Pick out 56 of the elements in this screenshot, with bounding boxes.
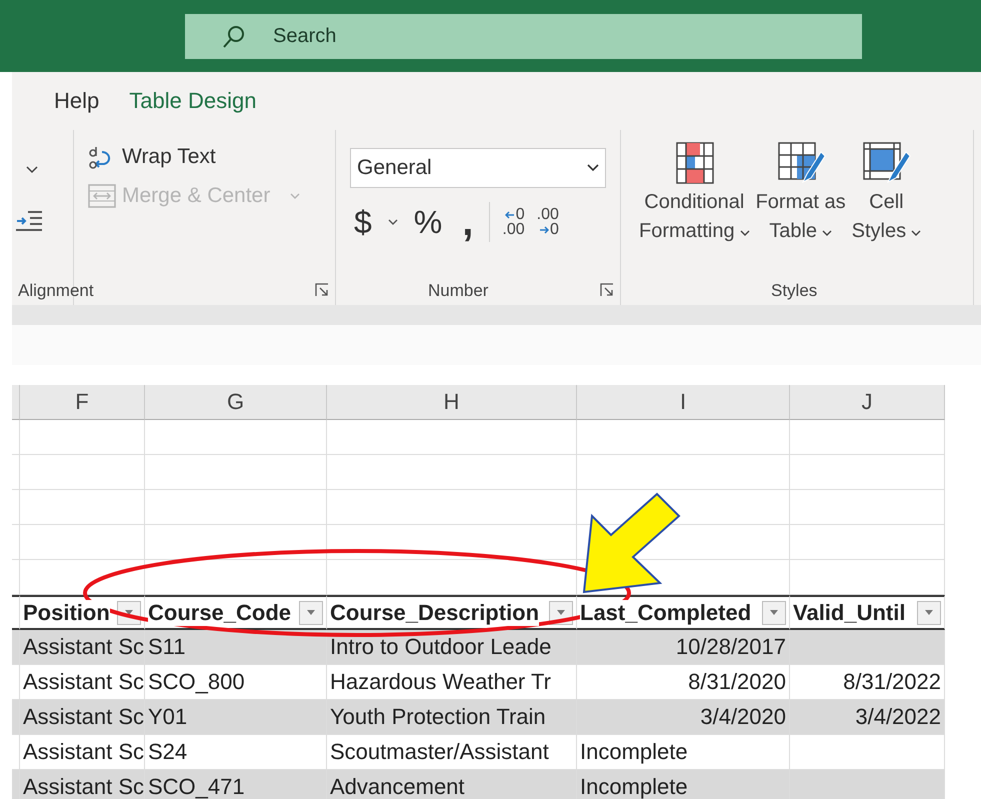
comma-style-button[interactable]: , (458, 203, 478, 241)
chevron-icon[interactable] (388, 218, 398, 226)
table-cell: Incomplete (577, 770, 790, 799)
column-header[interactable]: I (577, 385, 790, 420)
table-header-cell: Position (20, 595, 145, 630)
column-header[interactable]: G (145, 385, 327, 420)
table-cell: 10/28/2017 (577, 630, 790, 665)
table-cell: Intro to Outdoor Leade (327, 630, 577, 665)
table-cell: Y01 (145, 700, 327, 735)
decrease-decimal-button[interactable]: .00 0 (536, 207, 559, 237)
format-as-table-button[interactable]: Format as Table (756, 140, 846, 246)
table-cell: Advancement (327, 770, 577, 799)
ribbon-tab[interactable]: Help (48, 84, 106, 118)
table-header-cell: Last_Completed (577, 595, 790, 630)
arrow-icon (538, 226, 549, 234)
filter-button[interactable] (762, 600, 786, 624)
wrap-text-button[interactable]: Wrap Text (88, 144, 335, 170)
percent-button[interactable]: % (410, 204, 446, 240)
dialog-launcher-icon[interactable] (600, 283, 614, 297)
table-cell: Assistant Sc (20, 770, 145, 799)
indent-icon[interactable] (16, 210, 42, 232)
group-label: Alignment (18, 281, 94, 301)
table-cell: Assistant Sc (20, 700, 145, 735)
column-header[interactable]: J (790, 385, 945, 420)
increase-decimal-button[interactable]: 0 .00 (502, 207, 525, 237)
merge-cells-icon (88, 184, 116, 208)
search-field[interactable]: Search (185, 14, 862, 58)
filter-button[interactable] (299, 600, 323, 624)
table-header-cell: Course_Description (327, 595, 577, 630)
group-label: Styles (771, 281, 818, 301)
column-header[interactable]: H (327, 385, 577, 420)
table-cell: Youth Protection Train (327, 700, 577, 735)
table-cell: 3/4/2020 (577, 700, 790, 735)
currency-button[interactable]: $ (350, 204, 376, 240)
chevron-icon (911, 230, 922, 237)
table-cell: S11 (145, 630, 327, 665)
chevron-icon[interactable] (26, 166, 38, 174)
table-cell: Assistant Sc (20, 630, 145, 665)
chevron-icon (587, 164, 599, 172)
search-icon (221, 24, 247, 50)
arrow-icon (504, 211, 515, 219)
conditional-formatting-button[interactable]: Conditional Formatting (639, 140, 750, 246)
dialog-launcher-icon[interactable] (315, 283, 329, 297)
column-header[interactable]: F (20, 385, 145, 420)
chevron-icon (740, 230, 750, 237)
number-format-dropdown[interactable]: General (350, 148, 606, 188)
cell-styles-button[interactable]: Cell Styles (852, 140, 922, 246)
table-header-cell: Valid_Until (790, 595, 945, 630)
group-label: Number (428, 281, 488, 301)
filter-button[interactable] (917, 600, 941, 624)
chevron-icon (822, 230, 832, 237)
chevron-icon (290, 192, 300, 200)
table-header-cell: Course_Code (145, 595, 327, 630)
table-cell: 3/4/2022 (790, 700, 945, 735)
ribbon-tab[interactable]: Table Design (123, 84, 262, 118)
table-cell: SCO_471 (145, 770, 327, 799)
